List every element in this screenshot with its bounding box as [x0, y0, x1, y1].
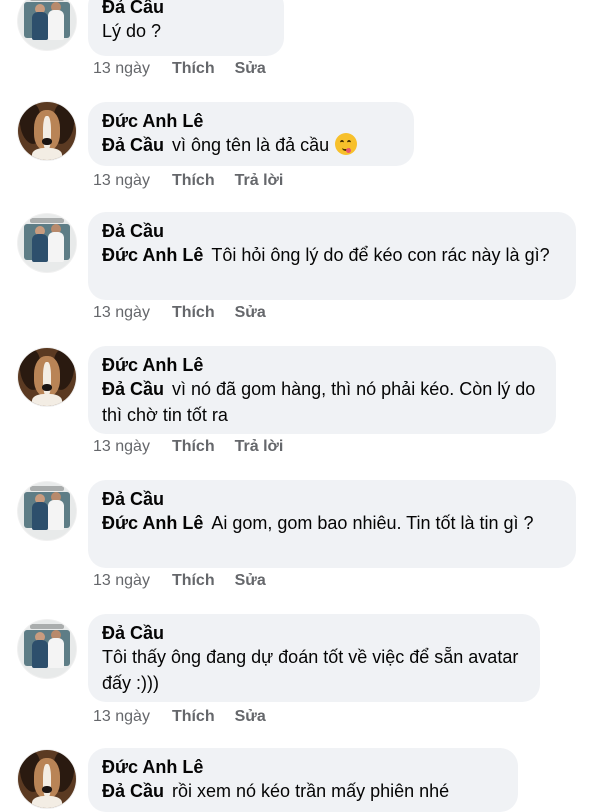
comment-text: Ai gom, gom bao nhiêu. Tin tốt là tin gì… [211, 513, 534, 533]
avatar-dog-nose [42, 384, 52, 391]
comment-timestamp[interactable]: 13 ngày [93, 708, 150, 726]
comment-bubble: Đả Cầu Đức Anh Lê Tôi hỏi ông lý do để ké… [88, 212, 576, 300]
mention-link[interactable]: Đức Anh Lê [102, 245, 203, 265]
like-button[interactable]: Thích [172, 172, 215, 190]
comment-text: vì nó đã gom hàng, thì nó phải kéo. Còn … [102, 379, 536, 425]
comment-timestamp[interactable]: 13 ngày [93, 304, 150, 322]
reply-button[interactable]: Trả lời [235, 438, 284, 456]
comment-timestamp[interactable]: 13 ngày [93, 438, 150, 456]
comment-bubble: Đả Cầu Tôi thấy ông đang dự đoán tốt về … [88, 614, 540, 702]
like-button[interactable]: Thích [172, 60, 215, 78]
avatar-dog-nose [42, 138, 52, 145]
avatar-banner [30, 486, 64, 491]
comment-author[interactable]: Đả Cầu [102, 0, 270, 18]
comment-author[interactable]: Đả Cầu [102, 622, 526, 644]
avatar-figure [32, 640, 48, 668]
mention-link[interactable]: Đức Anh Lê [102, 513, 203, 533]
comment-text: Tôi thấy ông đang dự đoán tốt về việc để… [102, 647, 519, 693]
comment-author[interactable]: Đức Anh Lê [102, 354, 542, 376]
avatar[interactable] [18, 620, 76, 678]
comment-author[interactable]: Đả Cầu [102, 220, 562, 242]
avatar-dog-chest [32, 148, 62, 160]
avatar-figure [48, 10, 64, 40]
comment-bubble: Đả Cầu Lý do ? [88, 0, 284, 56]
avatar-banner [30, 0, 64, 1]
comment-text: Tôi hỏi ông lý do để kéo con rác này là … [211, 245, 550, 265]
mention-link[interactable]: Đả Cầu [102, 379, 164, 399]
avatar-dog-nose [42, 786, 52, 793]
avatar-figure [48, 232, 64, 262]
comment-author[interactable]: Đức Anh Lê [102, 756, 504, 778]
mention-link[interactable]: Đả Cầu [102, 781, 164, 801]
avatar-figure [32, 502, 48, 530]
avatar[interactable] [18, 102, 76, 160]
avatar[interactable] [18, 0, 76, 50]
comment-bubble: Đức Anh Lê Đả Cầu vì nó đã gom hàng, thì … [88, 346, 556, 434]
avatar-figure [48, 638, 64, 668]
comment-bubble: Đức Anh Lê Đả Cầu rồi xem nó kéo trần mấy… [88, 748, 518, 812]
like-button[interactable]: Thích [172, 304, 215, 322]
edit-button[interactable]: Sửa [235, 60, 266, 78]
like-button[interactable]: Thích [172, 572, 215, 590]
reply-button[interactable]: Trả lời [235, 172, 284, 190]
avatar[interactable] [18, 348, 76, 406]
avatar-figure [48, 500, 64, 530]
comment-bubble: Đức Anh Lê Đả Cầu vì ông tên là đả cầu [88, 102, 414, 166]
comment-timestamp[interactable]: 13 ngày [93, 572, 150, 590]
avatar-figure [32, 234, 48, 262]
avatar-banner [30, 218, 64, 223]
avatar-figure [32, 12, 48, 40]
comment-timestamp[interactable]: 13 ngày [93, 172, 150, 190]
comment-text: rồi xem nó kéo trần mấy phiên nhé [172, 781, 450, 801]
edit-button[interactable]: Sửa [235, 304, 266, 322]
yum-face-emoji-icon [335, 133, 358, 155]
edit-button[interactable]: Sửa [235, 708, 266, 726]
comment-author[interactable]: Đức Anh Lê [102, 110, 400, 132]
comment-text: vì ông tên là đả cầu [172, 135, 330, 155]
mention-link[interactable]: Đả Cầu [102, 135, 164, 155]
avatar[interactable] [18, 482, 76, 540]
avatar-dog-chest [32, 796, 62, 808]
comment-timestamp[interactable]: 13 ngày [93, 60, 150, 78]
comment-author[interactable]: Đả Cầu [102, 488, 562, 510]
avatar-banner [30, 624, 64, 629]
comment-text: Lý do ? [102, 21, 162, 41]
avatar[interactable] [18, 214, 76, 272]
avatar-dog-chest [32, 394, 62, 406]
comment-bubble: Đả Cầu Đức Anh Lê Ai gom, gom bao nhiêu. … [88, 480, 576, 568]
like-button[interactable]: Thích [172, 708, 215, 726]
edit-button[interactable]: Sửa [235, 572, 266, 590]
like-button[interactable]: Thích [172, 438, 215, 456]
avatar[interactable] [18, 750, 76, 808]
